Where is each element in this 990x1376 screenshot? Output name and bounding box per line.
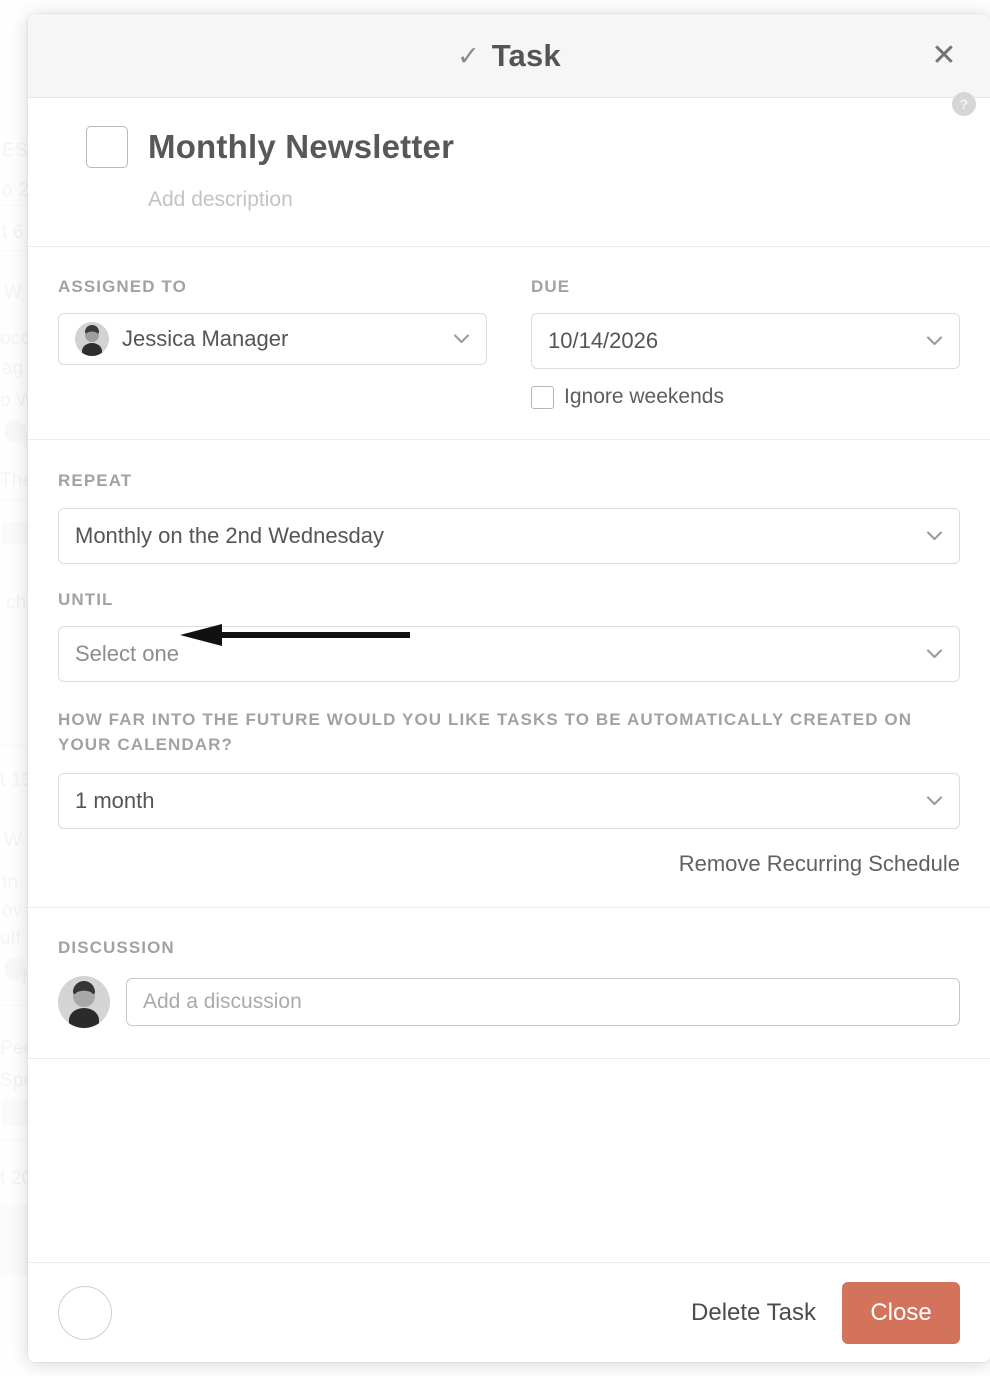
- until-select[interactable]: Select one: [58, 626, 960, 682]
- task-detail-modal: ✓ Task ✕ ? Monthly Newsletter Add descri…: [28, 14, 990, 1362]
- modal-title-group: ✓ Task: [457, 38, 561, 74]
- task-name[interactable]: Monthly Newsletter: [148, 128, 454, 166]
- task-description-input[interactable]: Add description: [148, 188, 960, 212]
- close-button[interactable]: Close: [842, 1281, 960, 1344]
- due-date-value: 10/14/2026: [548, 328, 659, 353]
- page-title: Task: [491, 37, 561, 73]
- modal-body: Monthly Newsletter Add description ASSIG…: [28, 98, 990, 1262]
- future-horizon-value: 1 month: [75, 788, 155, 814]
- footer-avatar-placeholder[interactable]: [58, 1285, 112, 1340]
- repeat-select[interactable]: Monthly on the 2nd Wednesday: [58, 508, 960, 564]
- due-date-select[interactable]: 10/14/2026: [531, 313, 960, 369]
- chevron-down-icon: [453, 330, 470, 347]
- remove-recurring-schedule-button[interactable]: Remove Recurring Schedule: [679, 851, 960, 877]
- check-icon: ✓: [457, 41, 480, 71]
- modal-header: ✓ Task ✕: [28, 14, 990, 98]
- assigned-to-value: Jessica Manager: [122, 326, 289, 351]
- chevron-down-icon: [926, 527, 943, 544]
- avatar: [58, 976, 110, 1029]
- ignore-weekends-row[interactable]: Ignore weekends: [531, 385, 960, 409]
- due-field: DUE 10/14/2026 Ignore weekends: [531, 277, 960, 409]
- chevron-down-icon: [926, 332, 943, 349]
- ignore-weekends-checkbox[interactable]: [531, 385, 554, 409]
- footer-actions: Delete Task Close: [691, 1281, 960, 1344]
- repeat-value: Monthly on the 2nd Wednesday: [75, 523, 385, 548]
- delete-task-button[interactable]: Delete Task: [691, 1299, 816, 1327]
- due-label: DUE: [531, 277, 571, 296]
- help-icon[interactable]: ?: [952, 92, 976, 116]
- discussion-row: Add a discussion: [58, 976, 960, 1029]
- chevron-down-icon: [926, 645, 943, 662]
- future-horizon-select[interactable]: 1 month: [58, 773, 960, 830]
- repeat-section: REPEAT Monthly on the 2nd Wednesday UNTI…: [28, 440, 990, 909]
- discussion-label: DISCUSSION: [58, 938, 175, 958]
- task-complete-checkbox[interactable]: [86, 126, 128, 168]
- assignee-value-group: Jessica Manager: [75, 322, 288, 356]
- task-header-section: Monthly Newsletter Add description: [28, 98, 990, 247]
- avatar: [75, 322, 109, 356]
- repeat-label-row: REPEAT: [58, 470, 960, 492]
- until-value: Select one: [75, 641, 179, 666]
- remove-recurring-row: Remove Recurring Schedule: [58, 851, 960, 877]
- discussion-input[interactable]: Add a discussion: [126, 978, 960, 1027]
- discussion-section: DISCUSSION Add a discussion: [28, 908, 990, 1060]
- future-horizon-label: HOW FAR INTO THE FUTURE WOULD YOU LIKE T…: [58, 710, 913, 754]
- ignore-weekends-label: Ignore weekends: [564, 385, 724, 408]
- close-icon[interactable]: ✕: [924, 36, 964, 76]
- task-title-row: Monthly Newsletter: [58, 126, 960, 168]
- until-label: UNTIL: [58, 590, 114, 609]
- assigned-to-field: ASSIGNED TO Jessica Manager: [58, 277, 487, 409]
- repeat-label: REPEAT: [58, 471, 133, 490]
- assigned-to-label: ASSIGNED TO: [58, 277, 187, 296]
- assigned-to-select[interactable]: Jessica Manager: [58, 313, 487, 365]
- assignment-section: ASSIGNED TO Jessica Manager DUE 10/14/20…: [28, 247, 990, 440]
- modal-footer: Delete Task Close: [28, 1262, 990, 1362]
- chevron-down-icon: [926, 792, 943, 809]
